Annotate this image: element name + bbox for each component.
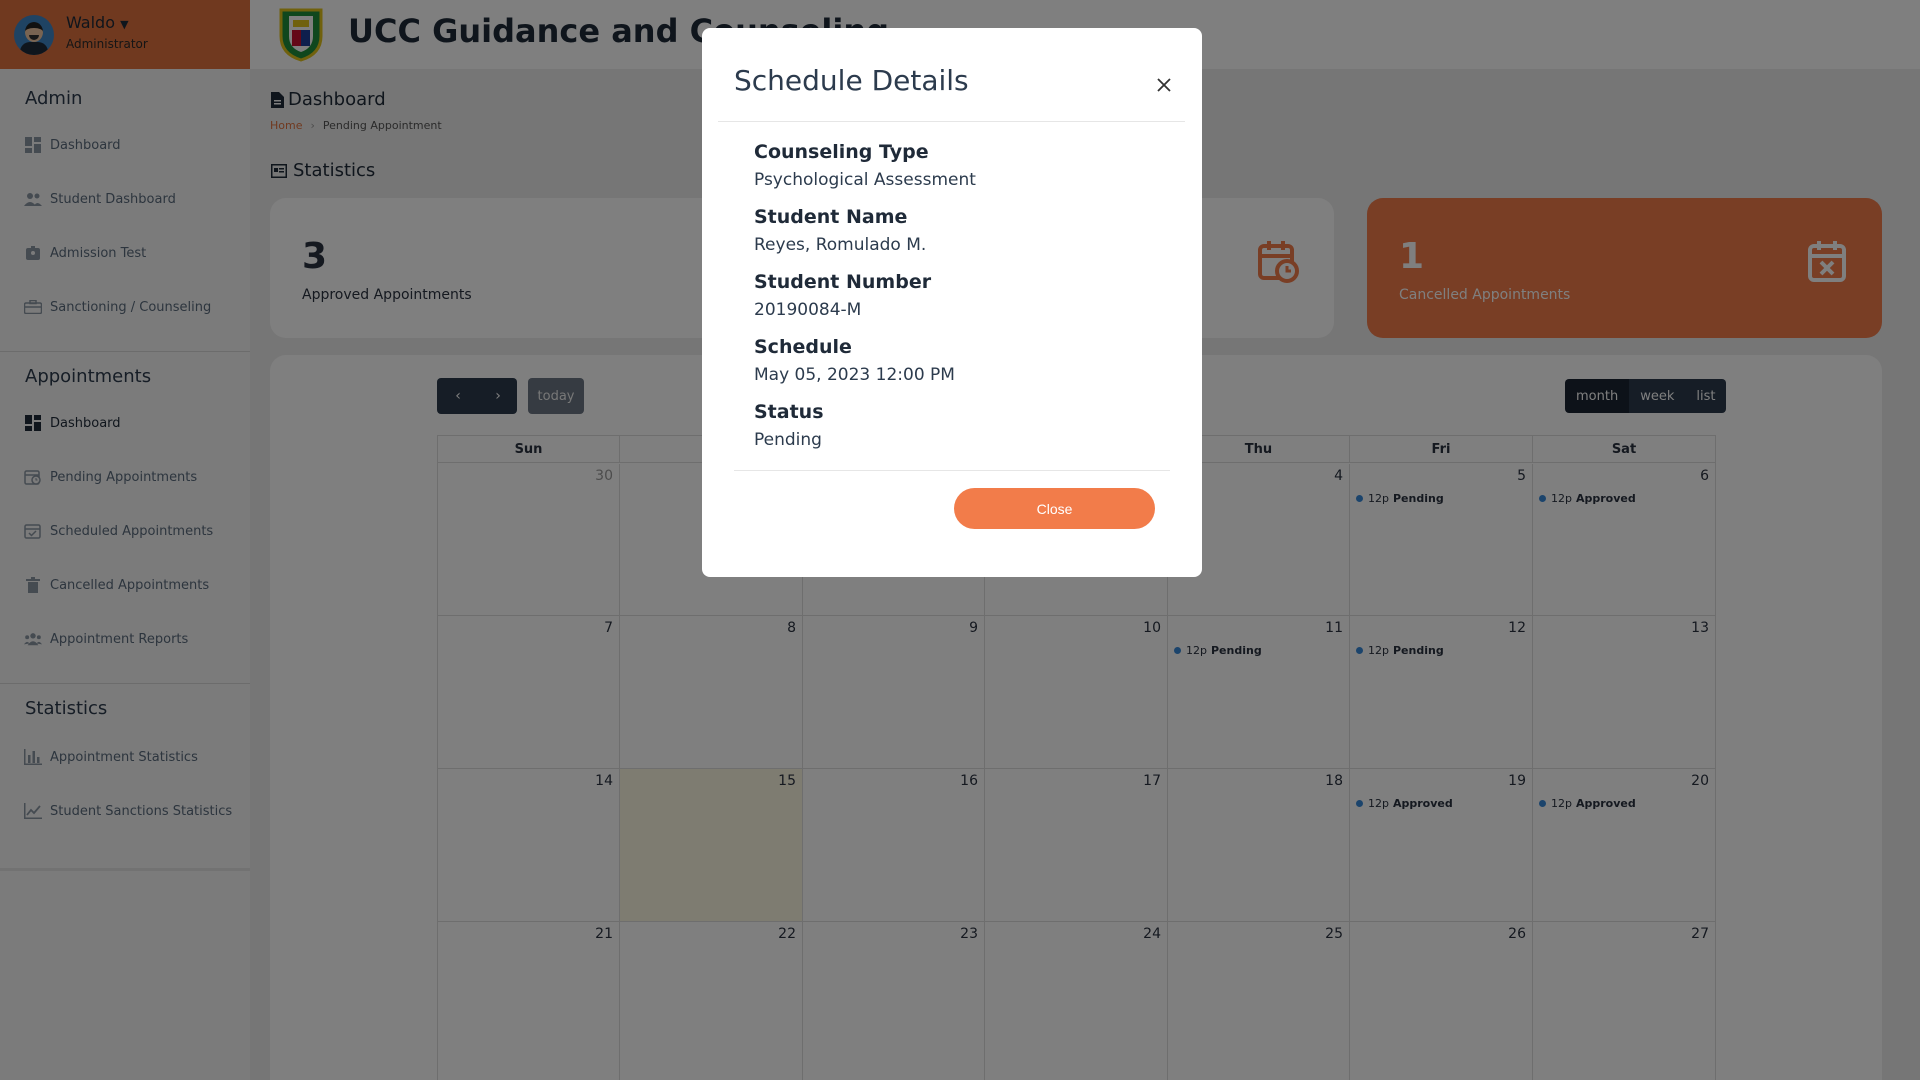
field-label: Student Number: [754, 271, 932, 293]
close-button[interactable]: Close: [954, 488, 1155, 529]
modal-title: Schedule Details: [734, 64, 969, 97]
field-label: Status: [754, 401, 824, 423]
field-label: Schedule: [754, 336, 852, 358]
field-value: Reyes, Romulado M.: [754, 235, 927, 255]
field-value: Pending: [754, 430, 822, 450]
divider: [718, 121, 1185, 122]
field-value: Psychological Assessment: [754, 170, 976, 190]
field-value: 20190084-M: [754, 300, 862, 320]
schedule-details-modal: Schedule Details Counseling Type Psychol…: [702, 28, 1202, 577]
divider: [734, 470, 1170, 471]
field-label: Student Name: [754, 206, 908, 228]
field-label: Counseling Type: [754, 141, 929, 163]
field-value: May 05, 2023 12:00 PM: [754, 365, 955, 385]
close-icon[interactable]: [1152, 73, 1176, 97]
